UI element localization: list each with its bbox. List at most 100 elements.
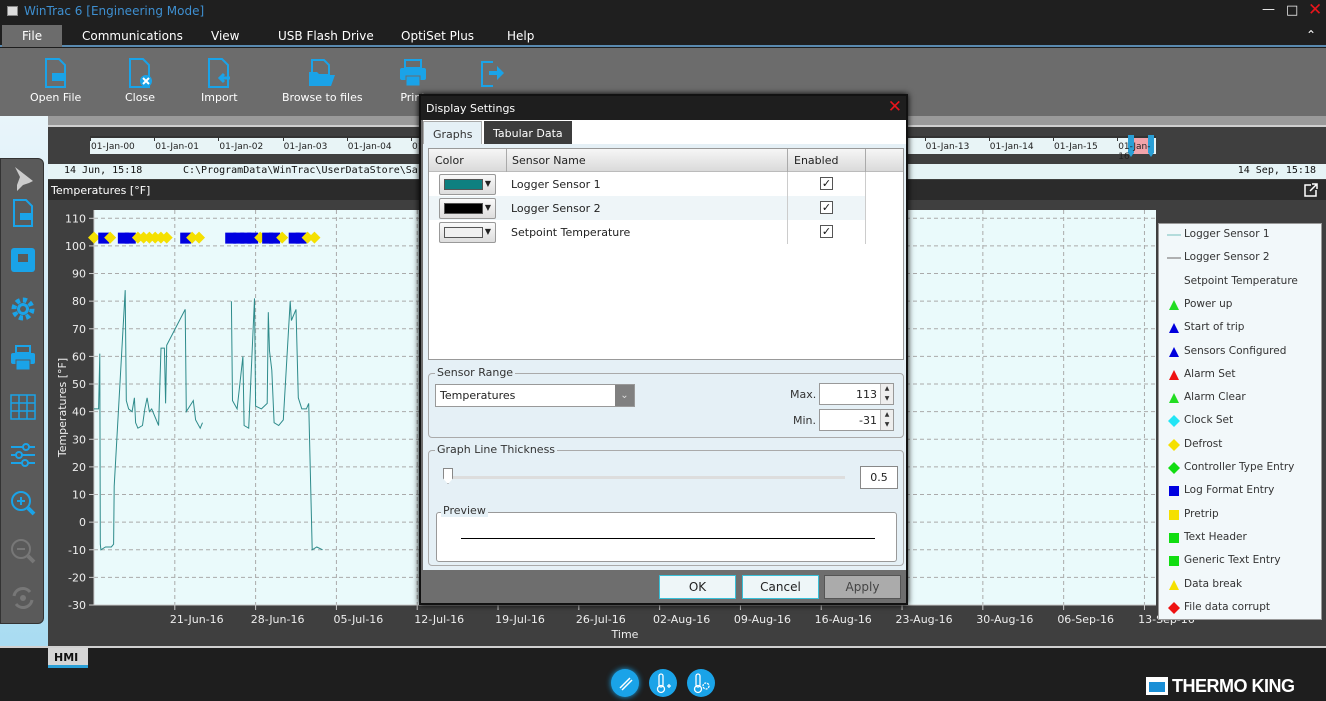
y-tick-label: 60: [72, 350, 86, 363]
thermometer-settings-icon: [693, 673, 710, 694]
maximize-button[interactable]: □: [1286, 3, 1298, 18]
dialog-title-bar[interactable]: Display Settings ✕: [421, 96, 906, 120]
close-file-icon: [128, 58, 152, 88]
exit-button[interactable]: [479, 58, 505, 91]
sensor-name: Logger Sensor 1: [511, 178, 601, 191]
legend-label: Alarm Clear: [1184, 391, 1246, 404]
open-file-label: Open File: [30, 91, 82, 104]
thermometer-settings-button[interactable]: [687, 669, 715, 697]
thickness-slider-thumb[interactable]: [443, 468, 453, 484]
color-picker[interactable]: ▼: [439, 174, 496, 195]
tab-tabular-data[interactable]: Tabular Data: [484, 121, 572, 144]
chevron-down-icon: ▼: [484, 203, 491, 212]
thermo-king-logo-mark: [1146, 677, 1168, 695]
timeline-label: 01-Jan-15: [1054, 142, 1098, 152]
menu-optiset-plus[interactable]: OptiSet Plus: [401, 29, 474, 43]
open-file-button[interactable]: Open File: [30, 58, 81, 104]
y-tick-label: 50: [72, 378, 86, 391]
y-tick-label: 20: [72, 461, 86, 474]
apply-button[interactable]: Apply: [824, 575, 901, 599]
refresh-icon[interactable]: [9, 584, 37, 612]
controller-icon[interactable]: [9, 246, 37, 274]
import-button[interactable]: Import: [201, 58, 238, 104]
thickness-value[interactable]: 0.5: [860, 466, 898, 489]
x-tick-label: 02-Aug-16: [653, 613, 710, 626]
zoom-in-icon[interactable]: [9, 489, 37, 517]
y-tick-label: 100: [65, 240, 86, 253]
timeline-label: 01-Jan-00: [91, 142, 135, 152]
thermometer-add-button[interactable]: [649, 669, 677, 697]
x-tick-label: 05-Jul-16: [333, 613, 383, 626]
sensor-row[interactable]: ▼ Setpoint Temperature ✓: [429, 220, 866, 244]
gear-icon[interactable]: [9, 295, 37, 323]
sliders-icon[interactable]: [9, 441, 37, 469]
y-tick-label: 90: [72, 268, 86, 281]
x-tick-label: 16-Aug-16: [815, 613, 872, 626]
sensor-row[interactable]: ▼ Logger Sensor 1 ✓: [429, 172, 866, 196]
close-file-button[interactable]: Close: [125, 58, 155, 104]
enabled-checkbox[interactable]: ✓: [820, 177, 833, 190]
header-color: Color: [435, 154, 464, 167]
collapse-ribbon-icon[interactable]: ⌃: [1306, 28, 1316, 42]
line-thickness-label: Graph Line Thickness: [435, 443, 558, 456]
menu-communications[interactable]: Communications: [82, 29, 183, 43]
timeline-tick: [988, 136, 990, 141]
legend-triangle-icon: [1169, 369, 1179, 380]
enabled-checkbox[interactable]: ✓: [820, 201, 833, 214]
timeline-label: 01-Jan-02: [219, 142, 264, 152]
import-icon: [208, 58, 231, 88]
legend-label: Logger Sensor 2: [1184, 251, 1270, 264]
popout-icon[interactable]: [1304, 183, 1318, 197]
legend-label: Alarm Set: [1184, 367, 1236, 380]
zoom-out-icon[interactable]: [9, 537, 37, 565]
grid-icon[interactable]: [9, 393, 37, 421]
timeline-label: 01-Jan-03: [283, 142, 328, 152]
min-spinner[interactable]: ▲ ▼: [880, 410, 893, 430]
vertical-toolbar: [0, 158, 44, 624]
max-input[interactable]: 113 ▲ ▼: [819, 383, 894, 405]
legend-diamond-icon: [1168, 415, 1180, 428]
tab-graphs[interactable]: Graphs: [423, 121, 483, 144]
thickness-slider-track[interactable]: [447, 476, 845, 479]
file-path: C:\ProgramData\WinTrac\UserDataStore\Sa: [183, 165, 418, 176]
legend-label: Setpoint Temperature: [1184, 274, 1298, 287]
chevron-down-icon[interactable]: ⌄: [615, 385, 634, 406]
link-icon: [619, 677, 633, 691]
color-picker[interactable]: ▼: [439, 198, 496, 219]
sensor-range-select[interactable]: Temperatures ⌄: [435, 384, 635, 407]
menu-help[interactable]: Help: [507, 29, 534, 43]
x-tick-label: 30-Aug-16: [976, 613, 1033, 626]
menu-usb-flash-drive[interactable]: USB Flash Drive: [278, 29, 374, 43]
display-settings-dialog: Display Settings ✕ Graphs Tabular Data C…: [419, 94, 908, 605]
max-spinner[interactable]: ▲ ▼: [880, 384, 893, 404]
browse-to-files-label: Browse to files: [282, 91, 363, 104]
print-icon[interactable]: [9, 344, 37, 372]
timeline-label: 01-Jan-01: [155, 142, 199, 152]
x-tick-label: 23-Aug-16: [895, 613, 952, 626]
close-window-button[interactable]: ✕: [1308, 0, 1322, 20]
browse-to-files-button[interactable]: Browse to files: [282, 58, 363, 104]
color-picker[interactable]: ▼: [439, 222, 496, 243]
x-tick-label: 12-Jul-16: [414, 613, 464, 626]
x-axis-label: Time: [611, 628, 639, 641]
tab-hmi[interactable]: HMI: [48, 648, 88, 668]
enabled-checkbox[interactable]: ✓: [820, 225, 833, 238]
link-button[interactable]: [611, 669, 639, 697]
sensor-row[interactable]: ▼ Logger Sensor 2 ✓: [429, 196, 866, 220]
ok-button[interactable]: OK: [659, 575, 736, 599]
menu-file[interactable]: File: [2, 25, 63, 47]
legend-label: Data break: [1184, 577, 1243, 590]
pin-icon[interactable]: [9, 163, 37, 191]
sensor-range-group: Sensor Range Temperatures ⌄ Max. 113 ▲ ▼ …: [428, 366, 904, 438]
cancel-button[interactable]: Cancel: [742, 575, 819, 599]
menu-view[interactable]: View: [211, 29, 239, 43]
min-input[interactable]: -31 ▲ ▼: [819, 409, 894, 431]
timeline-tick: [1117, 136, 1119, 141]
sensor-name: Logger Sensor 2: [511, 202, 601, 215]
legend-triangle-icon: [1169, 393, 1179, 404]
chart-legend: Logger Sensor 1 Logger Sensor 2 Setpoint T…: [1158, 223, 1322, 620]
document-icon[interactable]: [9, 199, 37, 227]
minimize-button[interactable]: —: [1262, 2, 1275, 17]
dialog-close-button[interactable]: ✕: [888, 97, 902, 117]
y-tick-label: -10: [68, 544, 86, 557]
